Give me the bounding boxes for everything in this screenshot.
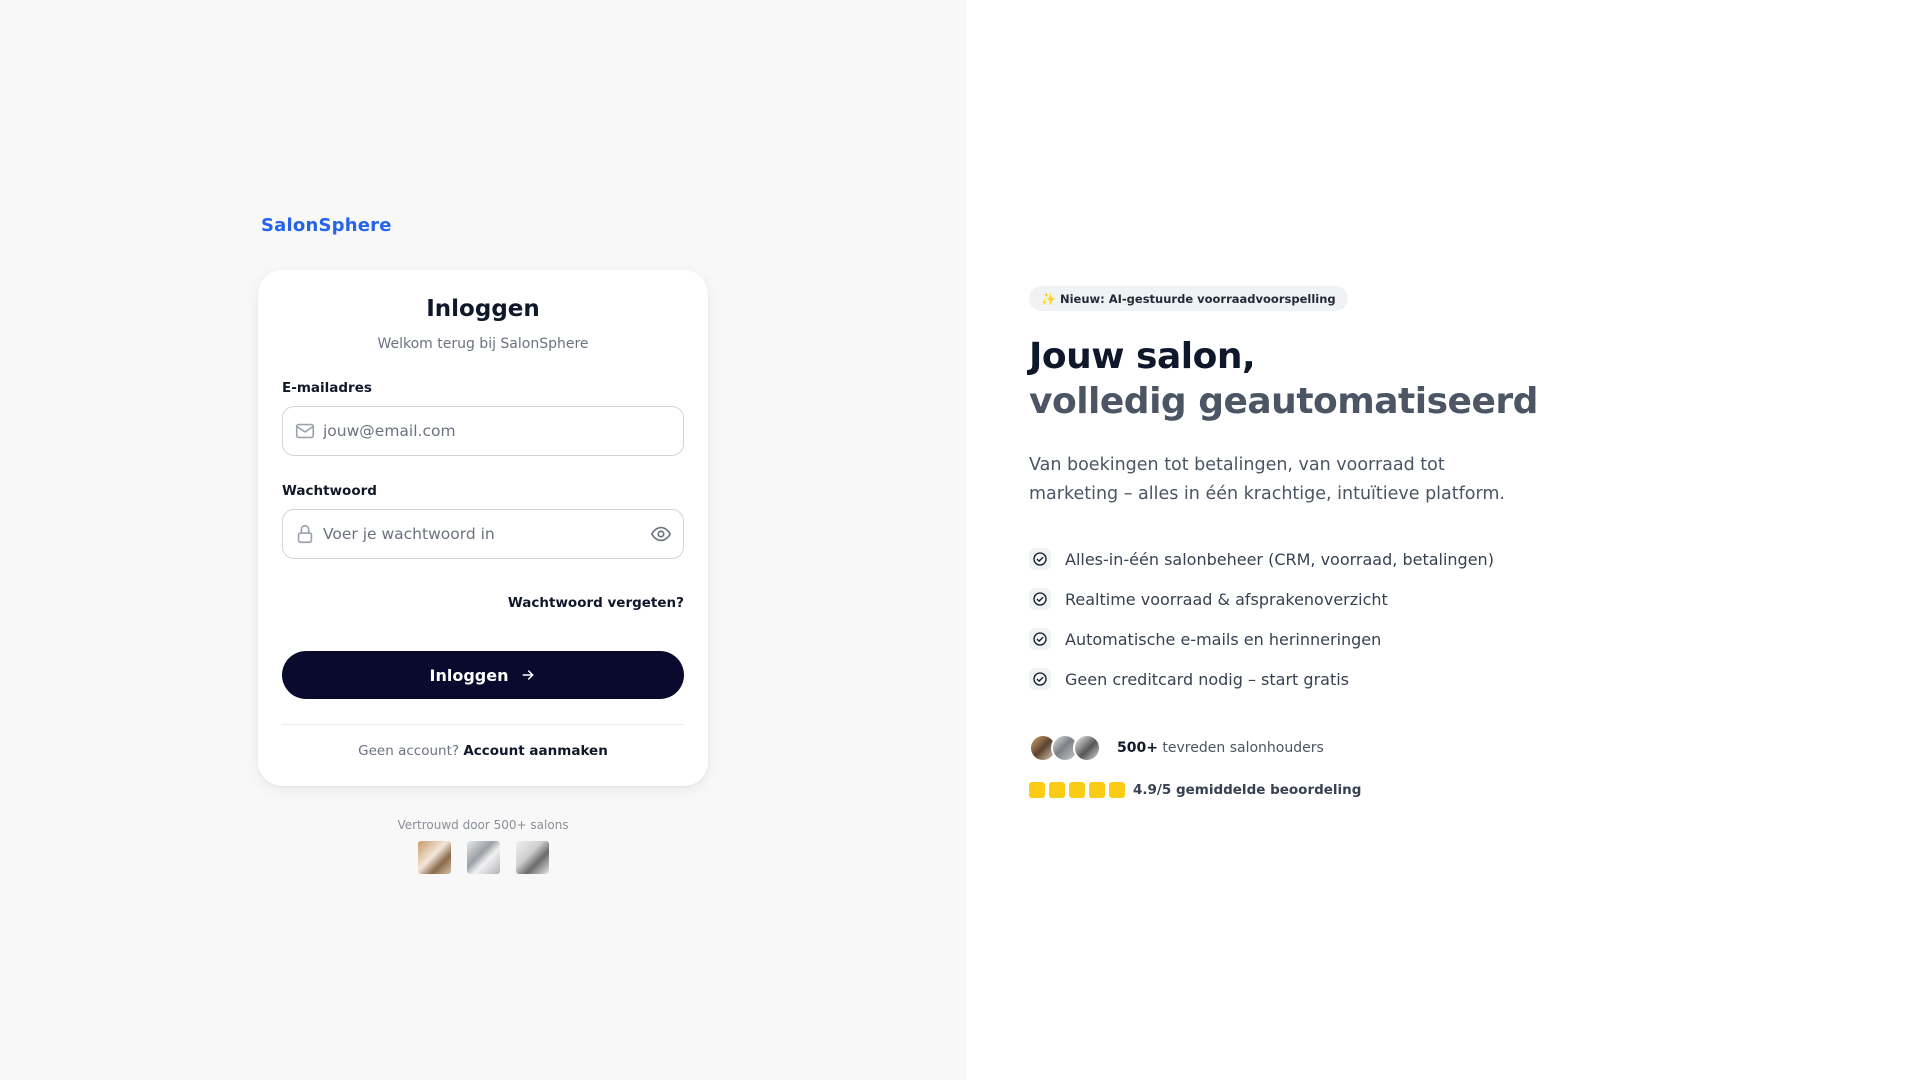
arrow-right-icon (523, 670, 534, 680)
social-proof-text: 500+ tevreden salonhouders (1117, 740, 1324, 756)
customer-label: tevreden salonhouders (1162, 740, 1324, 756)
salon-thumbnail (417, 841, 451, 874)
star-icon (1109, 782, 1125, 798)
new-feature-badge: ✨ Nieuw: AI-gestuurde voorraadvoorspelli… (1029, 286, 1348, 311)
feature-item: Geen creditcard nodig – start gratis (1029, 659, 1494, 699)
feature-text: Geen creditcard nodig – start gratis (1065, 669, 1349, 689)
password-input[interactable] (323, 510, 653, 558)
trusted-by-text: Vertrouwd door 500+ salons (397, 818, 569, 832)
email-field-wrapper[interactable] (282, 406, 684, 456)
badge-text: Nieuw: AI-gestuurde voorraadvoorspelling (1059, 291, 1336, 306)
star-icon (1069, 782, 1085, 798)
signup-prompt-row: Geen account? Account aanmaken (258, 743, 708, 759)
rating-text: 4.9/5 gemiddelde beoordeling (1133, 782, 1362, 798)
create-account-link[interactable]: Account aanmaken (463, 743, 608, 759)
feature-text: Realtime voorraad & afsprakenoverzicht (1065, 589, 1388, 609)
social-proof: 500+ tevreden salonhouders (1029, 734, 1324, 762)
star-icon (1049, 782, 1065, 798)
check-circle-icon (1029, 588, 1051, 610)
star-icon (1089, 782, 1105, 798)
feature-item: Alles-in-één salonbeheer (CRM, voorraad,… (1029, 539, 1494, 579)
hero-headline-secondary: volledig geautomatiseerd (1029, 381, 1538, 422)
forgot-password-link[interactable]: Wachtwoord vergeten? (508, 595, 684, 611)
login-card: Inloggen Welkom terug bij SalonSphere E-… (258, 270, 708, 786)
salon-thumbnail (515, 841, 549, 874)
sparkle-icon: ✨ (1041, 291, 1056, 306)
hero-description: Van boekingen tot betalingen, van voorra… (1029, 455, 1505, 504)
feature-text: Alles-in-één salonbeheer (CRM, voorraad,… (1065, 549, 1494, 569)
feature-text: Automatische e-mails en herinneringen (1065, 629, 1382, 649)
salon-thumbnail (466, 841, 500, 874)
hero-headline: Jouw salon, (1029, 336, 1256, 377)
login-subtitle: Welkom terug bij SalonSphere (377, 336, 589, 352)
feature-item: Realtime voorraad & afsprakenoverzicht (1029, 579, 1494, 619)
avatar (1073, 734, 1101, 762)
rating: 4.9/5 gemiddelde beoordeling (1029, 782, 1361, 798)
email-input[interactable] (323, 407, 653, 455)
card-divider (282, 724, 684, 725)
login-button-label: Inloggen (429, 665, 509, 685)
feature-item: Automatische e-mails en herinneringen (1029, 619, 1494, 659)
mail-icon (295, 423, 315, 439)
feature-list: Alles-in-één salonbeheer (CRM, voorraad,… (1029, 539, 1494, 699)
check-circle-icon (1029, 548, 1051, 570)
password-label: Wachtwoord (282, 483, 377, 499)
login-title: Inloggen (426, 296, 540, 322)
check-circle-icon (1029, 628, 1051, 650)
login-button[interactable]: Inloggen (282, 651, 684, 699)
star-icon (1029, 782, 1045, 798)
signup-prompt: Geen account? (358, 743, 460, 759)
brand-logo[interactable]: SalonSphere (261, 215, 392, 236)
check-circle-icon (1029, 668, 1051, 690)
email-label: E-mailadres (282, 380, 372, 396)
trusted-thumbnails (258, 841, 708, 874)
password-field-wrapper[interactable] (282, 509, 684, 559)
lock-icon (297, 524, 313, 544)
customer-count: 500+ (1117, 740, 1158, 756)
eye-icon[interactable] (650, 523, 672, 545)
